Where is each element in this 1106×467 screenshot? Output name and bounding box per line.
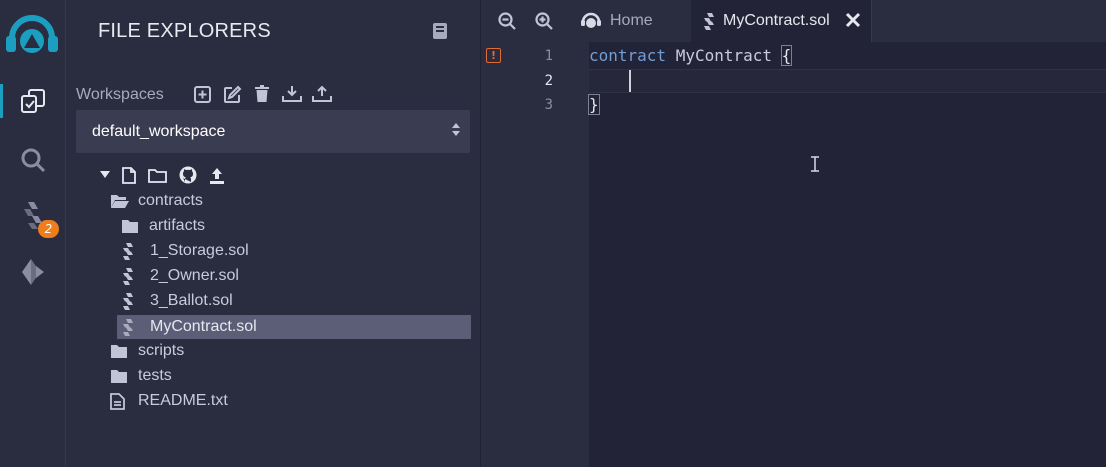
tree-item-label: 3_Ballot.sol: [150, 292, 233, 309]
tree-item-label: tests: [138, 367, 172, 384]
solidity-file-icon: [122, 267, 142, 285]
download-workspace-icon[interactable]: [282, 84, 302, 104]
code-keyword: contract: [589, 46, 667, 65]
select-arrows-icon: [452, 123, 460, 136]
tree-item-ballot-sol[interactable]: 3_Ballot.sol: [122, 289, 422, 313]
current-line-highlight: [589, 69, 1106, 93]
upload-workspace-icon[interactable]: [312, 84, 332, 104]
solidity-file-icon: [122, 242, 142, 260]
tab-label: MyContract.sol: [723, 12, 830, 29]
zoom-in-icon[interactable]: [534, 11, 554, 31]
text-caret: [629, 70, 631, 92]
code-brace: }: [588, 94, 600, 115]
compiler-badge: 2: [38, 220, 59, 238]
editor-area: Home MyContract.sol ! 1 2 3 contract MyC…: [481, 0, 1106, 467]
line-gutter: ! 1 2 3: [481, 42, 589, 467]
tab-mycontract[interactable]: MyContract.sol: [691, 0, 872, 42]
code-brace: {: [780, 45, 793, 66]
tree-item-label: 1_Storage.sol: [150, 242, 249, 259]
code-identifier: MyContract: [675, 46, 773, 65]
folder-icon: [110, 369, 130, 384]
remix-home-icon: [581, 12, 601, 28]
tree-item-label: 2_Owner.sol: [150, 267, 239, 284]
tree-item-label: MyContract.sol: [150, 318, 257, 335]
workspace-actions: [192, 84, 332, 104]
tree-item-contracts[interactable]: contracts: [110, 189, 410, 213]
tree-item-readme[interactable]: README.txt: [110, 389, 410, 413]
line-number: 2: [544, 73, 553, 89]
zoom-out-icon[interactable]: [497, 11, 517, 31]
line-number: 3: [544, 97, 553, 113]
tree-item-label: scripts: [138, 342, 185, 359]
github-icon[interactable]: [179, 166, 197, 184]
tree-item-storage-sol[interactable]: 1_Storage.sol: [122, 239, 422, 263]
tree-item-label: artifacts: [149, 217, 206, 234]
panel-title: FILE EXPLORERS: [98, 20, 271, 42]
solidity-file-icon: [122, 292, 142, 310]
delete-workspace-icon[interactable]: [252, 84, 272, 104]
rename-workspace-icon[interactable]: [222, 84, 242, 104]
close-tab-icon[interactable]: [845, 12, 861, 33]
tree-item-label: contracts: [138, 192, 203, 209]
code-editor[interactable]: contract MyContract { }: [588, 42, 1106, 467]
icon-rail: 2: [0, 0, 66, 467]
text-file-icon: [110, 392, 130, 410]
new-folder-icon[interactable]: [148, 168, 167, 183]
tree-item-artifacts[interactable]: artifacts: [121, 214, 421, 238]
create-workspace-icon[interactable]: [192, 84, 212, 104]
file-explorer-panel: FILE EXPLORERS Workspaces default_worksp…: [66, 0, 481, 467]
solidity-file-icon: [704, 12, 714, 30]
new-file-icon[interactable]: [122, 166, 136, 184]
book-icon[interactable]: [432, 22, 448, 45]
tree-item-mycontract-sol[interactable]: MyContract.sol: [117, 315, 471, 339]
ibeam-cursor-icon: [811, 156, 819, 172]
active-indicator: [0, 84, 3, 118]
code-line-1: contract MyContract {: [589, 44, 793, 68]
search-icon[interactable]: [16, 143, 50, 177]
tree-item-owner-sol[interactable]: 2_Owner.sol: [122, 264, 422, 288]
file-explorer-icon[interactable]: [16, 84, 50, 118]
tab-bar: Home MyContract.sol: [481, 0, 1106, 42]
publish-upload-icon[interactable]: [209, 167, 225, 184]
deploy-run-icon[interactable]: [16, 255, 50, 289]
tab-label: Home: [610, 12, 653, 29]
folder-icon: [110, 344, 130, 359]
line-number: 1: [544, 48, 553, 64]
collapse-caret-icon[interactable]: [100, 171, 110, 179]
folder-open-icon: [110, 194, 130, 209]
tree-item-tests[interactable]: tests: [110, 364, 410, 388]
tree-item-scripts[interactable]: scripts: [110, 339, 410, 363]
remix-logo-icon[interactable]: [4, 8, 60, 64]
workspace-select-value: default_workspace: [92, 122, 226, 140]
solidity-file-icon: [122, 318, 142, 336]
tree-item-label: README.txt: [138, 392, 228, 409]
tab-home[interactable]: Home: [576, 0, 690, 42]
folder-icon: [121, 219, 141, 234]
workspaces-label: Workspaces: [76, 86, 164, 103]
tree-toolbar: [100, 166, 225, 184]
workspace-select[interactable]: default_workspace: [76, 110, 470, 153]
code-line-3: }: [588, 93, 600, 117]
